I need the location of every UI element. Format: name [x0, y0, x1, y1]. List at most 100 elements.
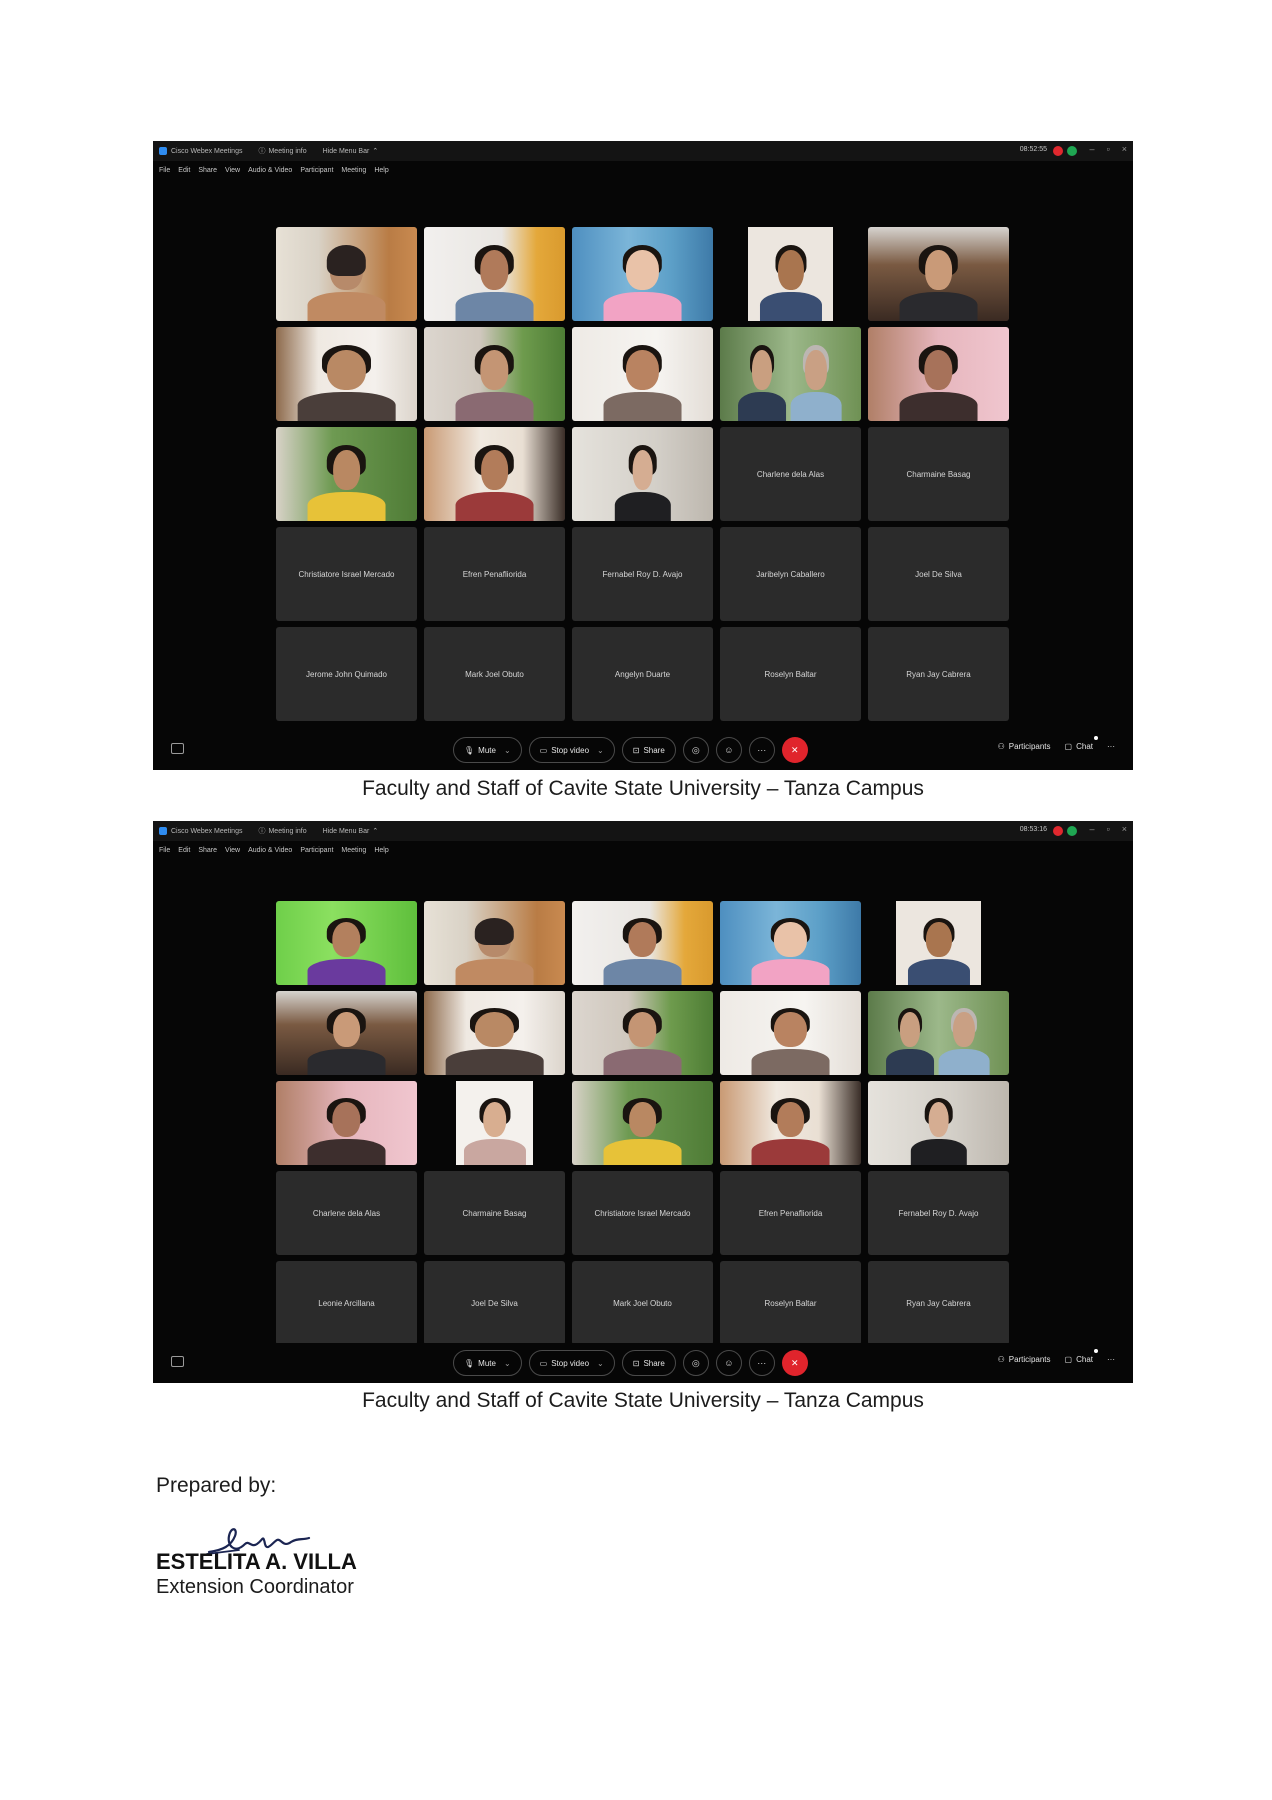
minimize-icon[interactable]: –: [1090, 144, 1095, 154]
video-tile[interactable]: [424, 327, 565, 421]
chevron-down-icon[interactable]: ⌄: [504, 746, 511, 755]
mute-button[interactable]: 🎙︎ Mute ⌄: [453, 1350, 522, 1376]
menu-audio-video[interactable]: Audio & Video: [248, 167, 292, 174]
close-icon[interactable]: ×: [1122, 144, 1127, 154]
layout-icon[interactable]: [171, 1356, 184, 1367]
chevron-down-icon[interactable]: ⌄: [597, 746, 604, 755]
participant-tile[interactable]: Mark Joel Obuto: [424, 627, 565, 721]
hide-menu-bar-link[interactable]: Hide Menu Bar ⌃: [323, 827, 379, 836]
menu-meeting[interactable]: Meeting: [341, 167, 366, 174]
menu-audio-video[interactable]: Audio & Video: [248, 847, 292, 854]
more-options-button[interactable]: ···: [748, 1350, 775, 1376]
menu-share[interactable]: Share: [198, 167, 217, 174]
video-tile[interactable]: [868, 227, 1009, 321]
participant-tile[interactable]: Ryan Jay Cabrera: [868, 627, 1009, 721]
video-tile[interactable]: [572, 1081, 713, 1165]
video-tile[interactable]: [720, 1081, 861, 1165]
video-tile[interactable]: [868, 991, 1009, 1075]
participant-tile[interactable]: Mark Joel Obuto: [572, 1261, 713, 1345]
record-button[interactable]: ◎: [682, 737, 709, 763]
record-button[interactable]: ◎: [682, 1350, 709, 1376]
menu-meeting[interactable]: Meeting: [341, 847, 366, 854]
end-meeting-button[interactable]: ✕: [781, 1350, 808, 1376]
menu-participant[interactable]: Participant: [300, 167, 333, 174]
video-tile[interactable]: [276, 991, 417, 1075]
menu-help[interactable]: Help: [374, 167, 388, 174]
video-tile[interactable]: [868, 1081, 1009, 1165]
participant-tile[interactable]: Fernabel Roy D. Avajo: [868, 1171, 1009, 1255]
stop-video-button[interactable]: ▭ Stop video ⌄: [528, 737, 615, 763]
participant-tile[interactable]: Charmaine Basag: [424, 1171, 565, 1255]
video-tile[interactable]: [720, 901, 861, 985]
menu-view[interactable]: View: [225, 847, 240, 854]
stop-video-button[interactable]: ▭ Stop video ⌄: [528, 1350, 615, 1376]
participant-tile[interactable]: Angelyn Duarte: [572, 627, 713, 721]
menu-help[interactable]: Help: [374, 847, 388, 854]
video-tile[interactable]: [276, 1081, 417, 1165]
participant-tile[interactable]: Efren Penafliorida: [424, 527, 565, 621]
video-tile[interactable]: [868, 327, 1009, 421]
layout-icon[interactable]: [171, 743, 184, 754]
maximize-icon[interactable]: ▫: [1107, 144, 1110, 154]
video-tile[interactable]: [276, 327, 417, 421]
video-tile[interactable]: [572, 227, 713, 321]
video-tile[interactable]: [572, 901, 713, 985]
video-tile[interactable]: [424, 901, 565, 985]
video-tile[interactable]: [720, 327, 861, 421]
menu-view[interactable]: View: [225, 167, 240, 174]
menu-file[interactable]: File: [159, 167, 170, 174]
close-icon[interactable]: ×: [1122, 824, 1127, 834]
share-button[interactable]: ⊡ Share: [621, 737, 676, 763]
video-tile[interactable]: [424, 991, 565, 1075]
more-options-button[interactable]: ···: [748, 737, 775, 763]
more-icon[interactable]: ···: [1107, 742, 1115, 751]
mute-button[interactable]: 🎙︎ Mute ⌄: [453, 737, 522, 763]
video-tile[interactable]: [276, 901, 417, 985]
participant-tile[interactable]: Leonie Arcillana: [276, 1261, 417, 1345]
minimize-icon[interactable]: –: [1090, 824, 1095, 834]
chat-button[interactable]: ▢ Chat: [1065, 736, 1098, 751]
video-tile[interactable]: [424, 1081, 565, 1165]
participant-tile[interactable]: Fernabel Roy D. Avajo: [572, 527, 713, 621]
participant-tile[interactable]: Christiatore Israel Mercado: [572, 1171, 713, 1255]
video-tile[interactable]: [572, 427, 713, 521]
participant-tile[interactable]: Charlene dela Alas: [720, 427, 861, 521]
participants-button[interactable]: ⚇ Participants: [998, 742, 1051, 751]
video-tile[interactable]: [424, 427, 565, 521]
chat-button[interactable]: ▢ Chat: [1065, 1349, 1098, 1364]
participant-tile[interactable]: Charlene dela Alas: [276, 1171, 417, 1255]
chevron-down-icon[interactable]: ⌄: [504, 1359, 511, 1368]
video-tile[interactable]: [868, 901, 1009, 985]
meeting-info-link[interactable]: ⓘ Meeting info: [258, 146, 306, 156]
menu-share[interactable]: Share: [198, 847, 217, 854]
hide-menu-bar-link[interactable]: Hide Menu Bar ⌃: [323, 147, 379, 156]
participant-tile[interactable]: Roselyn Baltar: [720, 1261, 861, 1345]
participant-tile[interactable]: Joel De Silva: [868, 527, 1009, 621]
participant-tile[interactable]: Efren Penafliorida: [720, 1171, 861, 1255]
reactions-button[interactable]: ☺: [715, 737, 742, 763]
end-meeting-button[interactable]: ✕: [781, 737, 808, 763]
participant-tile[interactable]: Joel De Silva: [424, 1261, 565, 1345]
video-tile[interactable]: [720, 991, 861, 1075]
participant-tile[interactable]: Ryan Jay Cabrera: [868, 1261, 1009, 1345]
maximize-icon[interactable]: ▫: [1107, 824, 1110, 834]
participant-tile[interactable]: Jaribelyn Caballero: [720, 527, 861, 621]
menu-participant[interactable]: Participant: [300, 847, 333, 854]
video-tile[interactable]: [720, 227, 861, 321]
menu-edit[interactable]: Edit: [178, 167, 190, 174]
participants-button[interactable]: ⚇ Participants: [998, 1355, 1051, 1364]
video-tile[interactable]: [276, 227, 417, 321]
participant-tile[interactable]: Roselyn Baltar: [720, 627, 861, 721]
chevron-down-icon[interactable]: ⌄: [597, 1359, 604, 1368]
video-tile[interactable]: [572, 991, 713, 1075]
video-tile[interactable]: [424, 227, 565, 321]
participant-tile[interactable]: Jerome John Quimado: [276, 627, 417, 721]
reactions-button[interactable]: ☺: [715, 1350, 742, 1376]
participant-tile[interactable]: Charmaine Basag: [868, 427, 1009, 521]
share-button[interactable]: ⊡ Share: [621, 1350, 676, 1376]
video-tile[interactable]: [572, 327, 713, 421]
meeting-info-link[interactable]: ⓘ Meeting info: [258, 826, 306, 836]
video-tile[interactable]: [276, 427, 417, 521]
participant-tile[interactable]: Christiatore Israel Mercado: [276, 527, 417, 621]
menu-file[interactable]: File: [159, 847, 170, 854]
